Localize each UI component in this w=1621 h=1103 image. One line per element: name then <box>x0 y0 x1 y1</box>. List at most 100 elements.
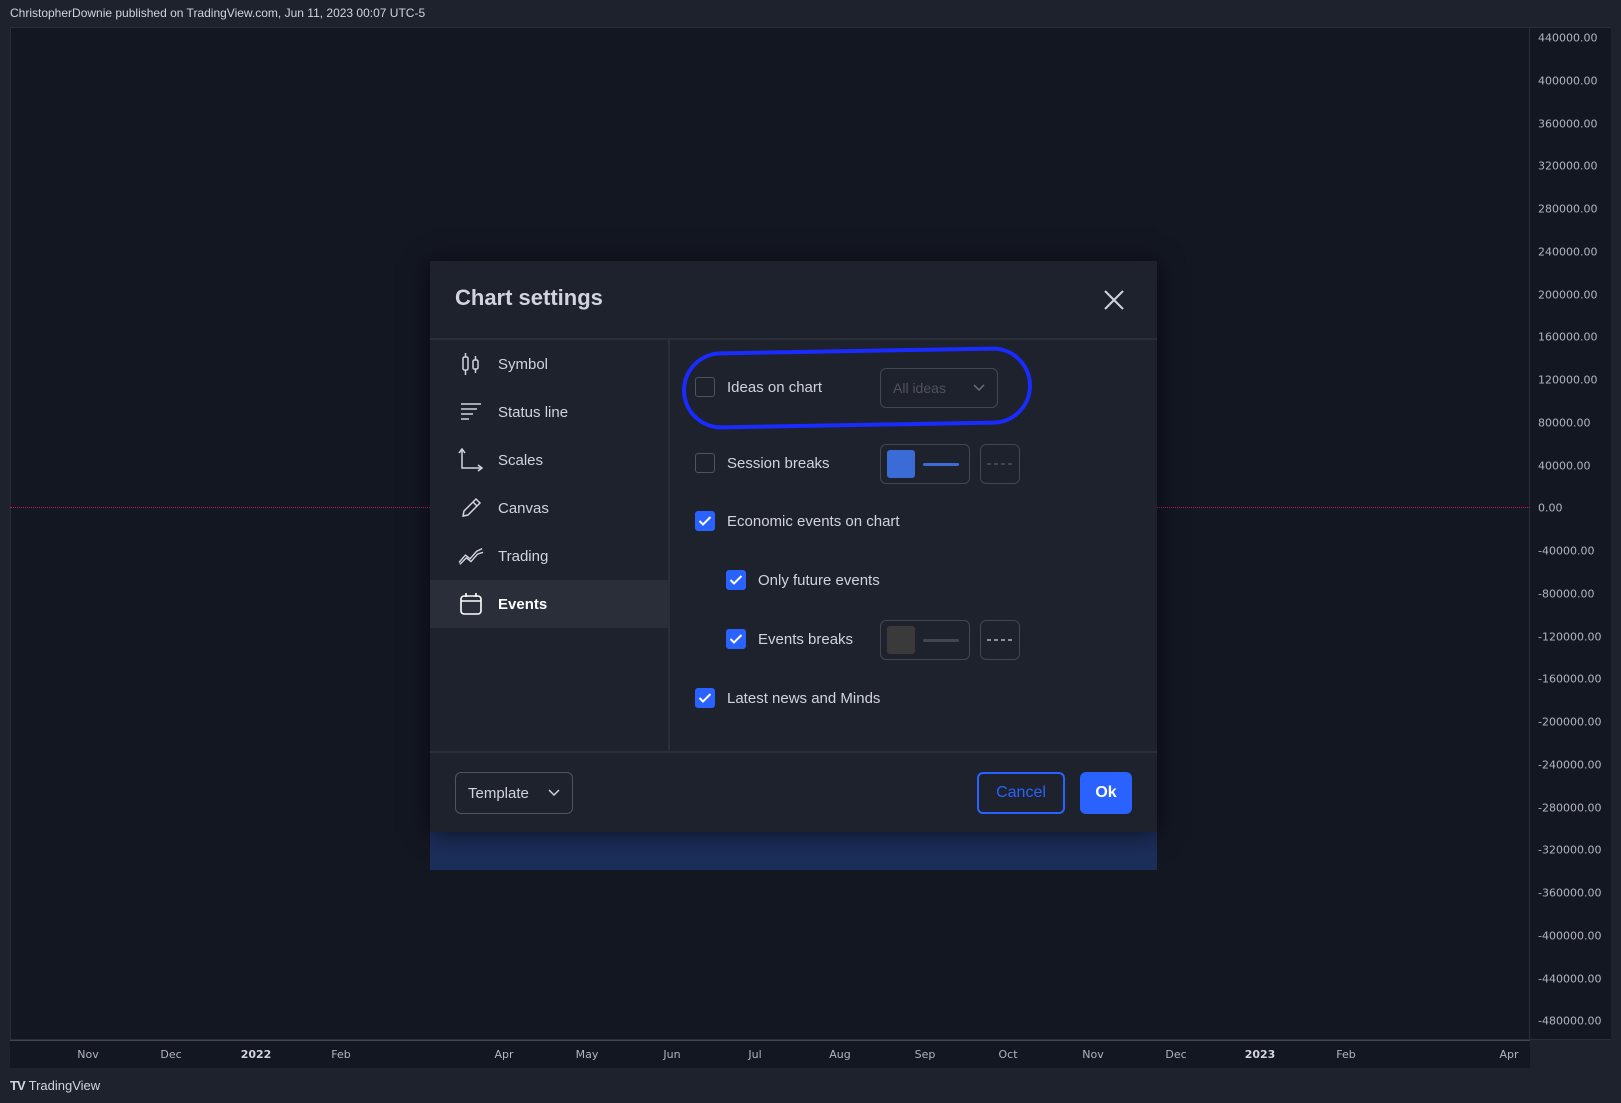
events-breaks-line-style[interactable] <box>980 620 1020 660</box>
time-axis-label: Apr <box>1499 1048 1519 1061</box>
template-label: Template <box>468 784 529 802</box>
nav-label: Trading <box>498 547 549 565</box>
price-axis-label: 40000.00 <box>1538 459 1591 472</box>
price-axis-label: -200000.00 <box>1538 715 1602 729</box>
events-breaks-line-preview <box>923 638 959 642</box>
nav-label: Events <box>498 595 548 613</box>
latest-news-label: Latest news and Minds <box>727 689 881 707</box>
time-axis-label: Feb <box>1336 1048 1356 1061</box>
price-axis[interactable]: 440000.00 400000.00 360000.00 320000.00 2800… <box>1530 27 1611 1040</box>
time-axis-label: Nov <box>77 1048 99 1061</box>
check-icon <box>729 575 743 585</box>
cancel-button[interactable]: Cancel <box>977 772 1065 814</box>
close-button[interactable] <box>1100 286 1128 314</box>
time-axis-label: Apr <box>494 1048 514 1061</box>
dialog-title: Chart settings <box>455 285 603 310</box>
session-breaks-line-style[interactable] <box>980 444 1020 484</box>
price-axis-label: 160000.00 <box>1538 330 1598 344</box>
time-axis-label: Sep <box>914 1048 936 1061</box>
economic-events-row: Economic events on chart <box>695 511 900 531</box>
price-axis-label: -320000.00 <box>1538 843 1602 857</box>
time-axis-label: Dec <box>160 1048 182 1061</box>
check-icon <box>698 516 712 526</box>
settings-nav: Symbol Status line Scales Canvas Trading <box>430 340 668 628</box>
time-axis-label: 2023 <box>1244 1048 1276 1061</box>
economic-events-checkbox[interactable] <box>695 511 715 531</box>
time-axis-label: Jul <box>748 1048 762 1061</box>
scales-icon <box>458 447 484 473</box>
price-axis-label: 280000.00 <box>1538 202 1598 216</box>
time-axis-label: Oct <box>998 1048 1018 1061</box>
only-future-events-label: Only future events <box>758 571 880 589</box>
close-icon <box>1104 290 1124 310</box>
latest-news-row: Latest news and Minds <box>695 688 880 708</box>
trading-icon <box>458 543 484 569</box>
time-axis-label: Jun <box>663 1048 681 1061</box>
time-axis-label: May <box>575 1048 599 1061</box>
session-breaks-color-picker[interactable] <box>880 444 970 484</box>
price-axis-label: 240000.00 <box>1538 245 1598 259</box>
nav-item-symbol[interactable]: Symbol <box>430 340 668 388</box>
nav-label: Canvas <box>498 499 549 517</box>
price-axis-label: -440000.00 <box>1538 972 1602 985</box>
candles-icon <box>458 351 484 377</box>
price-axis-label: 400000.00 <box>1538 74 1598 88</box>
check-icon <box>729 634 743 644</box>
nav-label: Symbol <box>498 355 549 373</box>
session-breaks-row: Session breaks <box>695 453 830 473</box>
events-breaks-row: Events breaks <box>726 629 853 649</box>
nav-label: Status line <box>498 403 569 421</box>
only-future-events-checkbox[interactable] <box>726 570 746 590</box>
price-axis-label: -480000.00 <box>1538 1014 1602 1028</box>
ok-button[interactable]: Ok <box>1080 772 1132 814</box>
events-breaks-label: Events breaks <box>758 630 854 648</box>
price-axis-label: -280000.00 <box>1538 801 1602 814</box>
publish-info: ChristopherDownie published on TradingVi… <box>10 6 426 20</box>
price-axis-label: 200000.00 <box>1538 288 1598 301</box>
price-axis-label: 360000.00 <box>1538 117 1598 130</box>
template-dropdown[interactable]: Template <box>455 772 573 814</box>
brand-name: TradingView <box>28 1077 101 1093</box>
dialog-backdrop-strip <box>430 832 1157 870</box>
tradingview-logo: TV <box>10 1077 26 1093</box>
nav-item-canvas[interactable]: Canvas <box>430 484 668 532</box>
check-icon <box>698 693 712 703</box>
events-breaks-color-swatch <box>887 626 915 654</box>
price-axis-label: -240000.00 <box>1538 758 1602 772</box>
time-axis-label: Dec <box>1165 1048 1187 1061</box>
price-axis-label: 0.00 <box>1538 501 1563 515</box>
nav-item-scales[interactable]: Scales <box>430 436 668 484</box>
dashed-line-icon <box>987 463 1013 465</box>
chevron-down-icon <box>548 789 560 797</box>
price-axis-label: 120000.00 <box>1538 373 1598 387</box>
time-axis-label: Aug <box>829 1048 851 1061</box>
price-axis-label: -120000.00 <box>1538 630 1602 643</box>
nav-item-trading[interactable]: Trading <box>430 532 668 580</box>
price-axis-label: -360000.00 <box>1538 886 1602 900</box>
calendar-icon <box>458 591 484 617</box>
footer-divider <box>430 751 1157 753</box>
nav-item-events[interactable]: Events <box>430 580 668 628</box>
economic-events-label: Economic events on chart <box>727 512 900 530</box>
chart-settings-dialog: Chart settings Symbol Status line Scales <box>430 261 1157 832</box>
events-breaks-color-picker[interactable] <box>880 620 970 660</box>
time-axis-label: Nov <box>1082 1048 1104 1061</box>
latest-news-checkbox[interactable] <box>695 688 715 708</box>
price-axis-label: 80000.00 <box>1538 416 1591 430</box>
footer-brand: TV TradingView <box>10 1075 100 1095</box>
price-axis-label: -80000.00 <box>1538 587 1595 601</box>
nav-item-status-line[interactable]: Status line <box>430 388 668 436</box>
status-line-icon <box>458 399 484 425</box>
session-breaks-line-preview <box>923 462 959 466</box>
session-breaks-checkbox[interactable] <box>695 453 715 473</box>
price-axis-label: -160000.00 <box>1538 672 1602 686</box>
annotation-circle <box>681 345 1033 431</box>
time-axis-label: 2022 <box>240 1048 272 1061</box>
session-breaks-color-swatch <box>887 450 915 478</box>
price-axis-label: 320000.00 <box>1538 159 1598 173</box>
pencil-icon <box>458 495 484 521</box>
events-breaks-checkbox[interactable] <box>726 629 746 649</box>
price-axis-label: 440000.00 <box>1538 31 1598 45</box>
only-future-events-row: Only future events <box>726 570 880 590</box>
time-axis[interactable]: Nov Dec 2022 Feb Apr May Jun Jul Aug Sep Oct Nov Dec… <box>10 1040 1530 1068</box>
